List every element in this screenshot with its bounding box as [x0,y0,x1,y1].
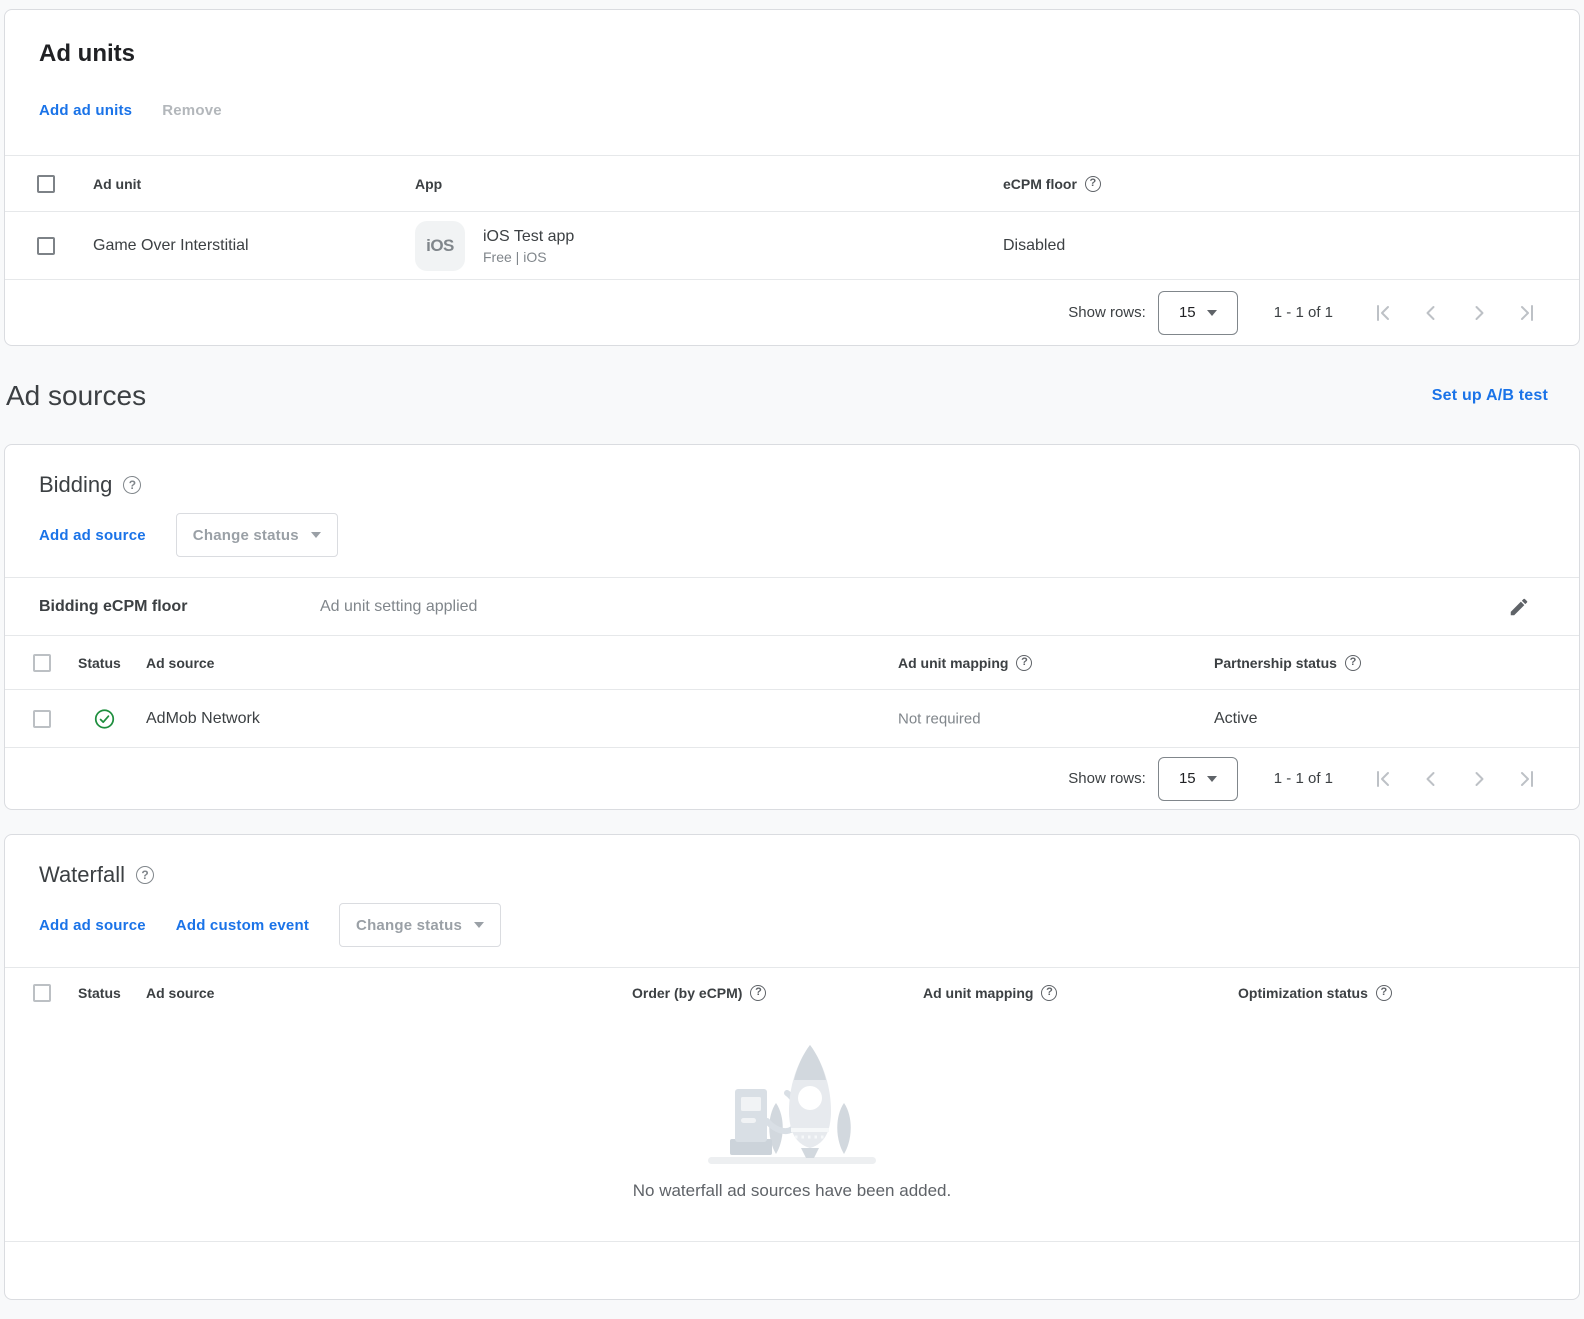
first-page-button[interactable] [1359,289,1407,337]
help-icon[interactable]: ? [1085,176,1101,192]
app-meta: Free | iOS [483,248,574,266]
select-all-checkbox[interactable] [37,175,55,193]
bidding-ecpm-floor-label: Bidding eCPM floor [39,598,187,616]
chevron-left-icon [1419,767,1443,791]
change-status-button[interactable]: Change status [339,903,501,947]
app-cell: iOS iOS Test app Free | iOS [415,221,574,271]
waterfall-card: Waterfall ? Add ad source Add custom eve… [4,834,1580,1300]
chevron-down-icon [1207,310,1217,316]
column-status: Status [78,655,121,671]
column-status: Status [78,985,121,1001]
chevron-down-icon [474,922,484,928]
show-rows-label: Show rows: [1068,304,1146,321]
add-ad-units-button[interactable]: Add ad units [31,94,140,127]
bidding-pagination: Show rows: 15 1 - 1 of 1 [5,747,1579,809]
next-page-button[interactable] [1455,289,1503,337]
chevron-down-icon [311,532,321,538]
chevron-right-icon [1467,767,1491,791]
waterfall-empty-state: No waterfall ad sources have been added. [5,1017,1579,1241]
ad-units-title: Ad units [5,10,1579,68]
page-range: 1 - 1 of 1 [1274,304,1333,321]
waterfall-actions: Add ad source Add custom event Change st… [5,903,1579,947]
next-page-button[interactable] [1455,755,1503,803]
help-icon[interactable]: ? [1376,985,1392,1001]
column-ad-unit-mapping: Ad unit mapping ? [923,985,1057,1001]
select-all-checkbox[interactable] [33,654,51,672]
column-ad-unit-mapping: Ad unit mapping ? [898,655,1032,671]
ecpm-floor-value: Disabled [1003,237,1065,255]
bidding-ecpm-floor-row: Bidding eCPM floor Ad unit setting appli… [5,577,1579,635]
select-all-checkbox[interactable] [33,984,51,1002]
rows-per-page-select[interactable]: 15 [1158,291,1238,335]
row-checkbox[interactable] [33,710,51,728]
previous-page-button[interactable] [1407,289,1455,337]
last-page-button[interactable] [1503,289,1551,337]
edit-ecpm-floor-button[interactable] [1499,587,1539,627]
first-page-icon [1371,767,1395,791]
page-range: 1 - 1 of 1 [1274,770,1333,787]
column-ecpm-floor: eCPM floor ? [1003,176,1101,192]
bidding-ecpm-floor-value: Ad unit setting applied [320,598,477,616]
add-custom-event-button[interactable]: Add custom event [168,909,317,942]
ad-unit-mapping-value: Not required [898,710,981,727]
column-app: App [415,176,442,192]
last-page-icon [1515,301,1539,325]
waterfall-card-footer [5,1241,1579,1299]
rocket-fuel-pump-illustration [704,1033,880,1169]
previous-page-button[interactable] [1407,755,1455,803]
help-icon[interactable]: ? [136,866,154,884]
app-name: iOS Test app [483,226,574,248]
chevron-down-icon [1207,776,1217,782]
add-ad-source-button[interactable]: Add ad source [31,909,154,942]
help-icon[interactable]: ? [1016,655,1032,671]
last-page-icon [1515,767,1539,791]
ad-units-table-header: Ad unit App eCPM floor ? [5,155,1579,211]
chevron-right-icon [1467,301,1491,325]
pencil-icon [1508,596,1530,618]
ad-sources-title: Ad sources [6,380,146,412]
help-icon[interactable]: ? [1345,655,1361,671]
waterfall-title: Waterfall ? [5,835,1579,889]
last-page-button[interactable] [1503,755,1551,803]
partnership-status-value: Active [1214,710,1258,728]
table-row[interactable]: Game Over Interstitial iOS iOS Test app … [5,211,1579,279]
column-order: Order (by eCPM) ? [632,985,766,1001]
column-ad-source: Ad source [146,985,214,1001]
remove-ad-units-button[interactable]: Remove [154,94,230,127]
empty-state-message: No waterfall ad sources have been added. [633,1181,951,1201]
rows-per-page-select[interactable]: 15 [1158,757,1238,801]
ad-source-name: AdMob Network [146,710,260,728]
setup-ab-test-link[interactable]: Set up A/B test [1432,379,1548,413]
bidding-title: Bidding ? [5,445,1579,499]
help-icon[interactable]: ? [123,476,141,494]
table-row[interactable]: AdMob Network Not required Active [5,689,1579,747]
add-ad-source-button[interactable]: Add ad source [31,519,154,552]
show-rows-label: Show rows: [1068,770,1146,787]
column-optimization-status: Optimization status ? [1238,985,1392,1001]
column-ad-source: Ad source [146,655,214,671]
help-icon[interactable]: ? [750,985,766,1001]
bidding-actions: Add ad source Change status [5,513,1579,557]
ad-units-card: Ad units Add ad units Remove Ad unit App… [4,9,1580,346]
bidding-table-header: Status Ad source Ad unit mapping ? Partn… [5,635,1579,689]
help-icon[interactable]: ? [1041,985,1057,1001]
column-partnership-status: Partnership status ? [1214,655,1361,671]
change-status-button[interactable]: Change status [176,513,338,557]
first-page-button[interactable] [1359,755,1407,803]
bidding-card: Bidding ? Add ad source Change status Bi… [4,444,1580,810]
ad-units-pagination: Show rows: 15 1 - 1 of 1 [5,279,1579,345]
ad-sources-section-header: Ad sources Set up A/B test [4,376,1580,416]
waterfall-table-header: Status Ad source Order (by eCPM) ? Ad un… [5,967,1579,1017]
ad-unit-name: Game Over Interstitial [93,237,249,255]
chevron-left-icon [1419,301,1443,325]
ad-units-actions: Add ad units Remove [5,90,1579,130]
first-page-icon [1371,301,1395,325]
active-status-icon [94,708,115,729]
ios-app-icon: iOS [415,221,465,271]
row-checkbox[interactable] [37,237,55,255]
column-ad-unit: Ad unit [93,176,141,192]
